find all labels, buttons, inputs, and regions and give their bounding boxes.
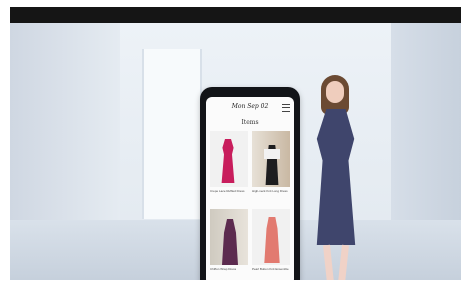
video-frame: Mon Sep 02 Items Crepe Lace Ruffled Dres…	[10, 7, 461, 280]
coral-dress-image	[264, 217, 280, 263]
product-caption: High-neck Knit Long Dress	[252, 189, 288, 193]
product-card[interactable]: Pearl Button Knit Ensemble	[252, 209, 290, 280]
large-phone-display: Mon Sep 02 Items Crepe Lace Ruffled Dres…	[200, 87, 300, 280]
product-card[interactable]: High-neck Knit Long Dress	[252, 131, 290, 203]
product-card[interactable]: Chiffon Wrap Dress	[210, 209, 248, 280]
wall-opening	[142, 49, 202, 219]
model-face	[326, 81, 344, 103]
top-letterbox-bar	[10, 7, 461, 23]
phone-screen: Mon Sep 02 Items Crepe Lace Ruffled Dres…	[206, 97, 294, 280]
model-leg	[338, 244, 349, 280]
brand-logo: Mon Sep 02	[231, 103, 269, 110]
model-leg	[323, 244, 334, 280]
items-title: Items	[241, 119, 259, 126]
menu-icon[interactable]	[282, 104, 290, 112]
model-dress	[316, 109, 356, 245]
pink-dress-image	[221, 139, 235, 183]
product-image	[252, 209, 290, 265]
studio-background: Mon Sep 02 Items Crepe Lace Ruffled Dres…	[10, 23, 461, 280]
white-top-image	[264, 149, 280, 159]
product-caption: Chiffon Wrap Dress	[210, 267, 237, 271]
product-caption: Crepe Lace Ruffled Dress	[210, 189, 245, 193]
product-image	[252, 131, 290, 187]
product-caption: Pearl Button Knit Ensemble	[252, 267, 289, 271]
product-image	[210, 209, 248, 265]
product-card[interactable]: Crepe Lace Ruffled Dress	[210, 131, 248, 203]
product-image	[210, 131, 248, 187]
model-figure	[300, 73, 380, 280]
product-grid: Crepe Lace Ruffled Dress High-neck Knit …	[210, 131, 290, 280]
